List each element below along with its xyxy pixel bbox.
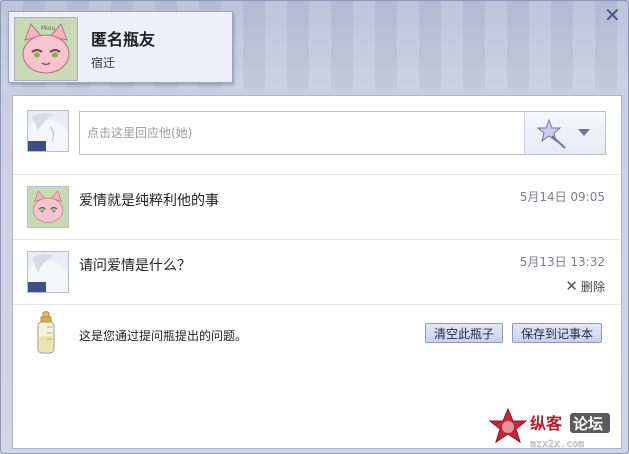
cat-avatar	[27, 186, 69, 228]
user-avatar	[27, 110, 69, 152]
save-to-notebook-button[interactable]: 保存到记事本	[512, 323, 603, 343]
forum-watermark-logo: 纵客 论坛 mzx2x.com	[488, 407, 610, 450]
profile-name[interactable]: 匿名瓶友	[91, 26, 155, 50]
profile-card: Miou 匿名瓶友 宿迁	[8, 11, 233, 83]
list-item: 爱情就是纯粹利他的事 5月14日 09:05	[13, 175, 621, 240]
svg-text:mzx2x.com: mzx2x.com	[530, 439, 584, 450]
reply-row	[13, 96, 621, 175]
profile-location: 宿迁	[91, 56, 116, 70]
emoticon-dropdown-button[interactable]	[524, 112, 605, 154]
cat-avatar: Miou	[14, 17, 78, 81]
clear-bottle-button[interactable]: 清空此瓶子	[425, 323, 504, 343]
delete-button[interactable]: ✕ 删除	[565, 277, 605, 295]
svg-text:论坛: 论坛	[573, 415, 603, 433]
svg-text:纵客: 纵客	[530, 414, 563, 433]
message-time: 5月14日 09:05	[519, 190, 605, 204]
reply-box	[79, 111, 606, 155]
magic-wand-icon	[536, 118, 590, 149]
svg-text:Miou: Miou	[41, 25, 56, 32]
delete-label: 删除	[580, 280, 605, 294]
close-icon: ✕	[565, 277, 578, 295]
dialog-window: ✕ Miou 匿名瓶友 宿迁 点击这里回应他(她) 爱情就是纯粹利他的事 5月1…	[0, 0, 629, 454]
reply-input[interactable]	[80, 112, 523, 154]
user-avatar	[27, 251, 69, 293]
message-text: 请问爱情是什么？	[79, 258, 191, 274]
content-panel: 爱情就是纯粹利他的事 5月14日 09:05 请问爱情是什么？ 5月13日 13…	[12, 95, 622, 449]
message-text: 爱情就是纯粹利他的事	[79, 193, 219, 209]
bottle-row: 这是您通过提问瓶提出的问题。 清空此瓶子 保存到记事本	[13, 305, 621, 359]
baby-bottle-icon	[37, 311, 55, 354]
bottle-info-text: 这是您通过提问瓶提出的问题。	[79, 329, 248, 343]
list-item: 请问爱情是什么？ 5月13日 13:32 ✕ 删除	[13, 240, 621, 305]
message-time: 5月13日 13:32	[519, 255, 605, 269]
close-icon[interactable]: ✕	[604, 5, 621, 25]
